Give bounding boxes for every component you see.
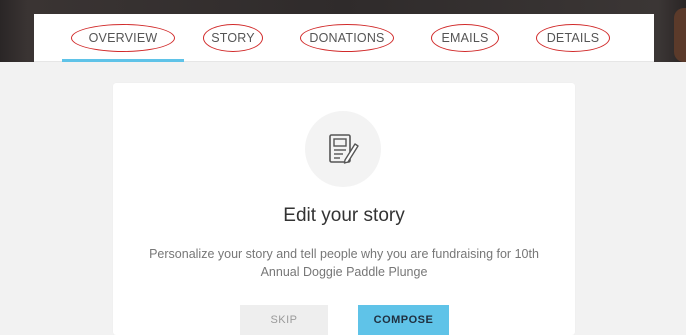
tab-donations-label: DONATIONS [300, 24, 394, 52]
active-tab-indicator [62, 59, 184, 62]
tab-details-label: DETAILS [536, 24, 610, 52]
tab-overview[interactable]: OVERVIEW [62, 14, 184, 62]
tab-story-label: STORY [203, 24, 263, 52]
card-description: Personalize your story and tell people w… [149, 247, 539, 279]
tab-story[interactable]: STORY [200, 14, 266, 62]
background-photo-edge [674, 8, 686, 62]
edit-document-icon [305, 111, 381, 187]
skip-button[interactable]: SKIP [240, 305, 328, 335]
tab-emails-label: EMAILS [431, 24, 499, 52]
tab-details[interactable]: DETAILS [534, 14, 612, 62]
tab-donations[interactable]: DONATIONS [298, 14, 396, 62]
card-heading: Edit your story [283, 205, 405, 226]
compose-button[interactable]: COMPOSE [358, 305, 449, 335]
tab-emails[interactable]: EMAILS [430, 14, 500, 62]
campaign-tab-bar: OVERVIEW STORY DONATIONS EMAILS DETAILS [34, 14, 654, 62]
tab-overview-label: OVERVIEW [71, 24, 175, 52]
